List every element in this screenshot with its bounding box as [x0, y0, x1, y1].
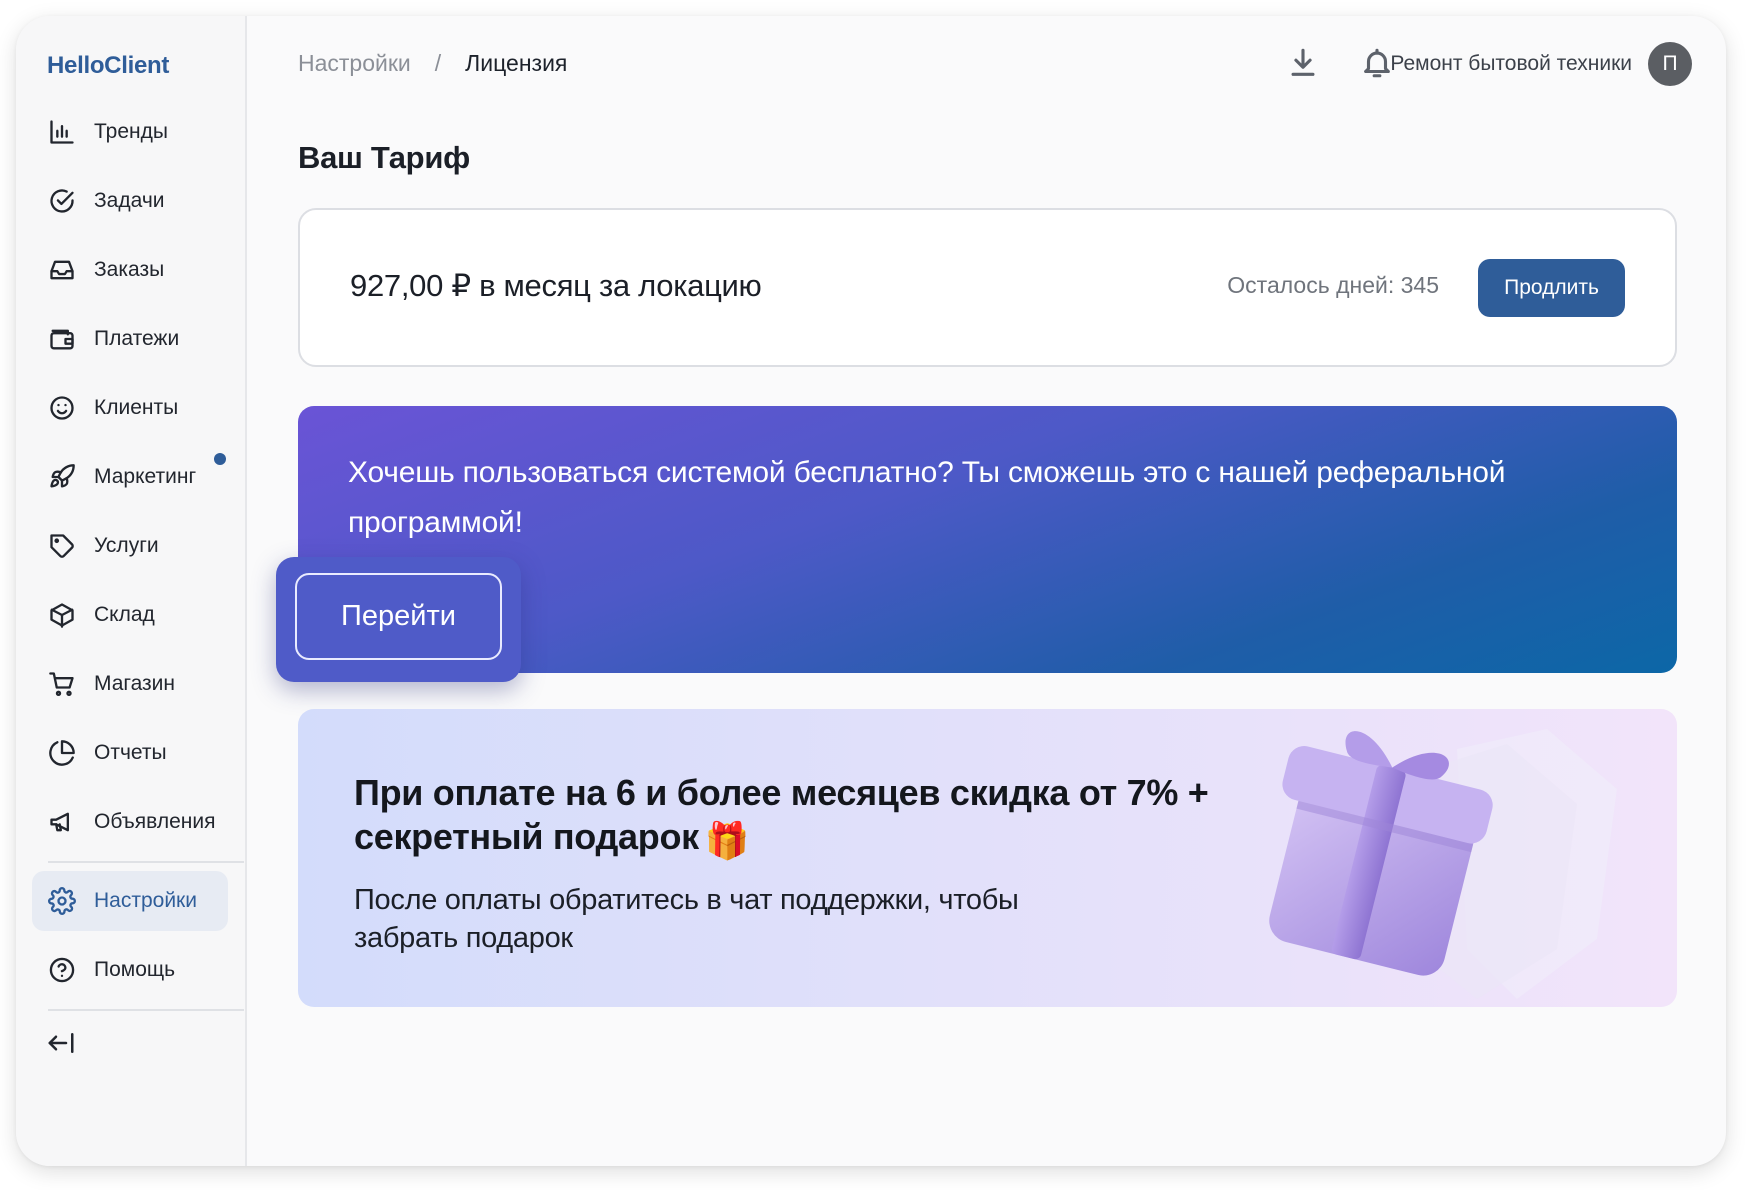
- sidebar-item-label: Маркетинг: [94, 465, 197, 488]
- megaphone-icon: [48, 808, 76, 836]
- company-name[interactable]: Ремонт бытовой техники: [1390, 52, 1632, 76]
- sidebar-item-ads[interactable]: Объявления: [32, 792, 228, 852]
- sidebar-item-clients[interactable]: Клиенты: [32, 378, 228, 438]
- breadcrumb-parent[interactable]: Настройки: [298, 50, 411, 77]
- wallet-icon: [48, 325, 76, 353]
- app-window: HelloClient Тренды Задачи Заказы Платежи…: [16, 16, 1726, 1166]
- breadcrumb-current: Лицензия: [465, 50, 568, 76]
- breadcrumb-separator: /: [434, 50, 442, 76]
- promo-subtitle: После оплаты обратитесь в чат поддержки,…: [354, 884, 1019, 954]
- sidebar-item-label: Задачи: [94, 189, 165, 212]
- sidebar-item-settings[interactable]: Настройки: [32, 871, 228, 931]
- notification-dot: [214, 453, 226, 465]
- sidebar-item-label: Настройки: [94, 889, 197, 912]
- extend-button[interactable]: Продлить: [1478, 259, 1625, 317]
- sidebar-item-label: Услуги: [94, 534, 159, 557]
- sidebar-item-label: Склад: [94, 603, 155, 626]
- sidebar-item-reports[interactable]: Отчеты: [32, 723, 228, 783]
- check-circle-icon: [48, 187, 76, 215]
- app-logo[interactable]: HelloClient: [47, 52, 169, 80]
- gift-emoji: 🎁: [704, 820, 750, 861]
- box-icon: [48, 601, 76, 629]
- sidebar-item-shop[interactable]: Магазин: [32, 654, 228, 714]
- sidebar-item-tasks[interactable]: Задачи: [32, 171, 228, 231]
- rocket-icon: [48, 463, 76, 491]
- plan-price: 927,00 ₽ в месяц за локацию: [350, 268, 762, 303]
- gift-illustration: [1269, 729, 1617, 999]
- sidebar-item-label: Отчеты: [94, 741, 167, 764]
- plan-card: 927,00 ₽ в месяц за локацию Осталось дне…: [298, 208, 1677, 367]
- sidebar-item-marketing[interactable]: Маркетинг: [32, 447, 228, 507]
- inbox-icon: [48, 256, 76, 284]
- promo-banner: При оплате на 6 и более месяцев скидка о…: [298, 709, 1677, 1007]
- sidebar-item-label: Тренды: [94, 120, 168, 143]
- sidebar-item-label: Заказы: [94, 258, 165, 281]
- bell-icon[interactable]: [1360, 46, 1394, 80]
- sidebar-item-orders[interactable]: Заказы: [32, 240, 228, 300]
- collapse-left-icon[interactable]: [46, 1028, 76, 1058]
- smile-icon: [48, 394, 76, 422]
- sidebar-divider: [48, 1009, 244, 1011]
- breadcrumb: Настройки / Лицензия: [298, 50, 567, 77]
- gear-icon: [48, 887, 76, 915]
- download-icon[interactable]: [1286, 46, 1320, 80]
- referral-text: Хочешь пользоваться системой бесплатно? …: [348, 456, 1506, 539]
- sidebar-item-label: Объявления: [94, 810, 216, 833]
- go-button[interactable]: Перейти: [295, 573, 502, 660]
- sidebar-item-trends[interactable]: Тренды: [32, 102, 228, 162]
- sidebar-item-label: Платежи: [94, 327, 180, 350]
- days-remaining: Осталось дней: 345: [1227, 272, 1439, 298]
- promo-title-text: При оплате на 6 и более месяцев скидка о…: [354, 772, 1209, 857]
- page-title: Ваш Тариф: [298, 140, 470, 175]
- sidebar-item-label: Клиенты: [94, 396, 179, 419]
- sidebar-item-help[interactable]: Помощь: [32, 940, 228, 1000]
- pie-chart-icon: [48, 739, 76, 767]
- bar-chart-icon: [48, 118, 76, 146]
- referral-button-highlight: Перейти: [276, 557, 521, 682]
- sidebar-divider: [48, 861, 244, 863]
- sidebar-item-services[interactable]: Услуги: [32, 516, 228, 576]
- promo-title: При оплате на 6 и более месяцев скидка о…: [354, 771, 1254, 863]
- sidebar-item-warehouse[interactable]: Склад: [32, 585, 228, 645]
- sidebar-item-label: Помощь: [94, 958, 176, 981]
- sidebar: HelloClient Тренды Задачи Заказы Платежи…: [16, 16, 247, 1166]
- sidebar-item-label: Магазин: [94, 672, 176, 695]
- sidebar-item-payments[interactable]: Платежи: [32, 309, 228, 369]
- sidebar-nav: Тренды Задачи Заказы Платежи Клиенты Мар…: [32, 102, 244, 1019]
- tag-icon: [48, 532, 76, 560]
- cart-icon: [48, 670, 76, 698]
- help-circle-icon: [48, 956, 76, 984]
- avatar[interactable]: П: [1648, 42, 1692, 86]
